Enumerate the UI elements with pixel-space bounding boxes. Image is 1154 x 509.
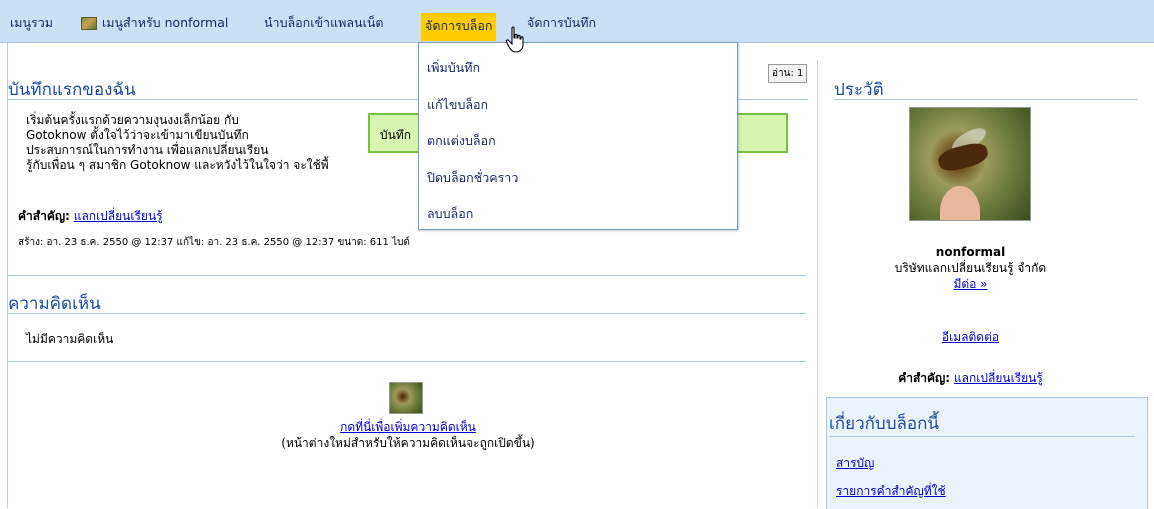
photo-finger	[940, 186, 980, 220]
keywords-label: คำสำคัญ:	[18, 209, 70, 223]
nav-item-planet[interactable]: นำบล็อกเข้าแพลนเน็ต	[264, 12, 384, 34]
post-meta: สร้าง: อา. 23 ธ.ค. 2550 @ 12:37 แก้ไข: อ…	[18, 237, 410, 248]
profile-keyword-link[interactable]: แลกเปลี่ยนเรียนรู้	[954, 371, 1043, 385]
keyword-link[interactable]: แลกเปลี่ยนเรียนรู้	[74, 209, 163, 223]
section-divider	[8, 275, 806, 276]
about-blog-divider	[829, 436, 1135, 437]
nav-item-manage-blog[interactable]: จัดการบล็อก	[421, 13, 497, 41]
nav-item-manage-posts[interactable]: จัดการบันทึก	[527, 12, 596, 34]
manage-blog-dropdown: เพิ่มบันทึก แก้ไขบล็อก ตกแต่งบล็อก ปิดบล…	[418, 42, 738, 230]
profile-keywords-label: คำสำคัญ:	[898, 371, 951, 385]
profile-keywords: คำสำคัญ: แลกเปลี่ยนเรียนรู้	[818, 369, 1123, 388]
profile-divider	[834, 99, 1138, 100]
profile-info: nonformal บริษัทแลกเปลี่ยนเรียนรู้ จำกัด…	[818, 244, 1123, 292]
toc-link[interactable]: สารบัญ	[836, 454, 874, 473]
menu-item-edit-blog[interactable]: แก้ไขบล็อก	[427, 95, 488, 115]
no-comments-text: ไม่มีความคิดเห็น	[26, 332, 114, 346]
profile-photo[interactable]	[909, 107, 1031, 221]
email-area: อีเมลติดต่อ	[818, 328, 1123, 347]
menu-item-delete-blog[interactable]: ลบบล็อก	[427, 204, 473, 224]
add-comment-area: กดที่นี่เพื่อเพิ่มความคิดเห็น (หน้าต่างใ…	[8, 419, 808, 451]
email-contact-link[interactable]: อีเมลติดต่อ	[942, 330, 999, 344]
profile-name: nonformal	[935, 245, 1006, 259]
comments-title-divider	[8, 313, 806, 314]
menu-item-decorate-blog[interactable]: ตกแต่งบล็อก	[427, 131, 496, 151]
post-body-line: Gotoknow ตั้งใจไว้ว่าจะเข้ามาเขียนบันทึก	[26, 128, 249, 142]
nav-item-user-menu-label: เมนูสำหรับ nonformal	[102, 15, 229, 30]
add-comment-link[interactable]: กดที่นี่เพื่อเพิ่มความคิดเห็น	[340, 420, 476, 434]
sidebar: ประวัติ nonformal บริษัทแลกเปลี่ยนเรียนร…	[818, 43, 1154, 509]
top-nav-bar: เมนูรวม เมนูสำหรับ nonformal นำบล็อกเข้า…	[0, 0, 1154, 43]
photo-insect	[936, 139, 990, 175]
profile-org: บริษัทแลกเปลี่ยนเรียนรู้ จำกัด	[894, 261, 1047, 275]
user-thumbnail-icon	[81, 17, 97, 30]
post-body-line: ประสบการณ์ในการทำงาน เพื่อแลกเปลี่ยนเรีย…	[26, 143, 269, 157]
add-comment-note: (หน้าต่างใหม่สำหรับให้ความคิดเห็นจะถูกเป…	[281, 436, 535, 450]
comments-divider	[8, 361, 806, 362]
about-blog-box: เกี่ยวกับบล็อกนี้ สารบัญ รายการคำสำคัญที…	[826, 397, 1148, 509]
post-keywords: คำสำคัญ: แลกเปลี่ยนเรียนรู้	[18, 209, 163, 224]
post-body-line: เริ่มต้นครั้งแรกด้วยความงุนงงเล็กน้อย กั…	[26, 113, 239, 127]
menu-item-close-blog[interactable]: ปิดบล็อกชั่วคราว	[427, 168, 518, 188]
nav-item-main-menu[interactable]: เมนูรวม	[10, 12, 53, 34]
keyword-list-link[interactable]: รายการคำสำคัญที่ใช้	[836, 482, 946, 501]
read-count-badge: อ่าน: 1	[768, 64, 808, 83]
post-body-line: รู้กับเพื่อน ๆ สมาชิก Gotoknow และหวังไว…	[26, 158, 329, 172]
menu-item-add-post[interactable]: เพิ่มบันทึก	[427, 58, 480, 78]
commenter-avatar	[389, 382, 423, 414]
hand-cursor-icon	[505, 26, 524, 53]
about-blog-title: เกี่ยวกับบล็อกนี้	[829, 414, 940, 434]
post-body: เริ่มต้นครั้งแรกด้วยความงุนงงเล็กน้อย กั…	[26, 113, 329, 173]
green-box-text: บันทึก	[380, 128, 411, 142]
nav-item-user-menu[interactable]: เมนูสำหรับ nonformal	[81, 12, 228, 34]
profile-more-link[interactable]: มีต่อ »	[953, 277, 987, 291]
